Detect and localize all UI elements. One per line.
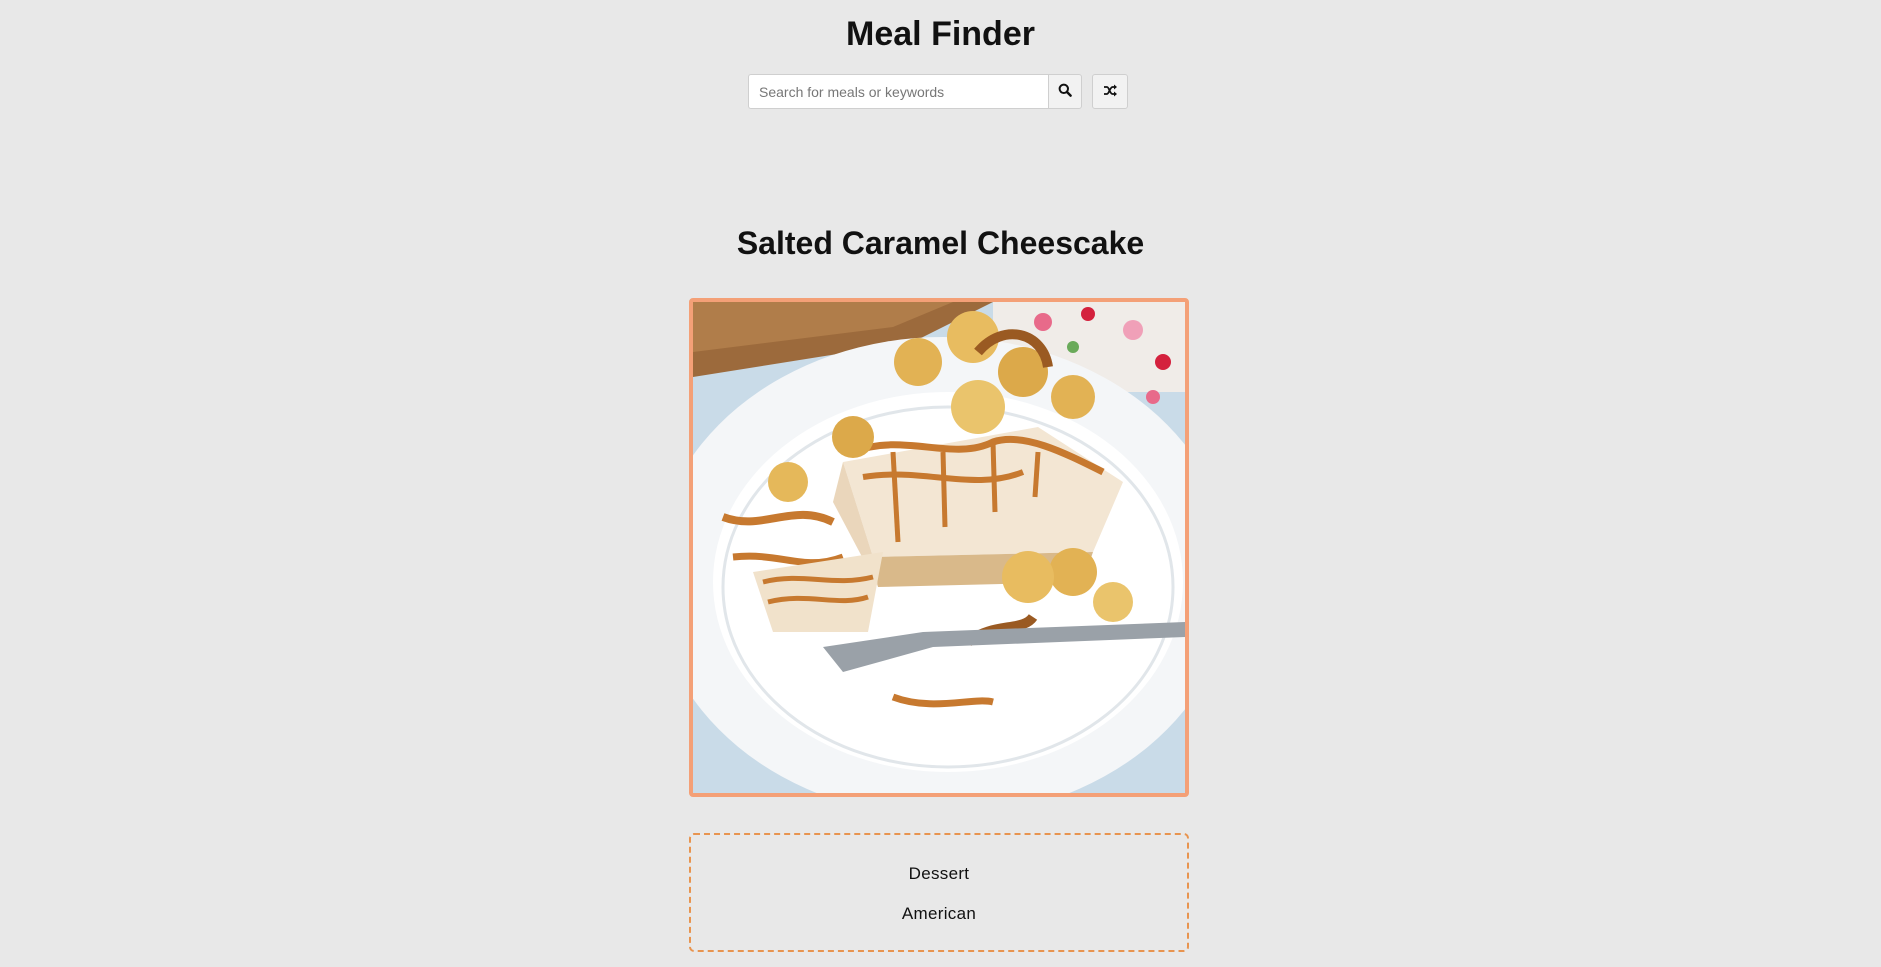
app-title: Meal Finder xyxy=(846,15,1035,53)
search-button[interactable] xyxy=(1048,74,1082,109)
shuffle-icon xyxy=(1103,84,1118,100)
search-icon xyxy=(1058,83,1072,100)
meal-category: Dessert xyxy=(908,864,970,883)
search-bar xyxy=(748,74,1128,109)
meal-title: Salted Caramel Cheescake xyxy=(736,225,1145,261)
meal-info-box: Dessert American xyxy=(689,833,1189,952)
meal-area: American xyxy=(901,904,977,923)
random-meal-button[interactable] xyxy=(1092,74,1128,109)
search-input[interactable] xyxy=(748,74,1048,109)
meal-finder-page: Meal Finder Salted Caramel Cheescak xyxy=(0,0,1881,967)
meal-image xyxy=(689,298,1189,797)
